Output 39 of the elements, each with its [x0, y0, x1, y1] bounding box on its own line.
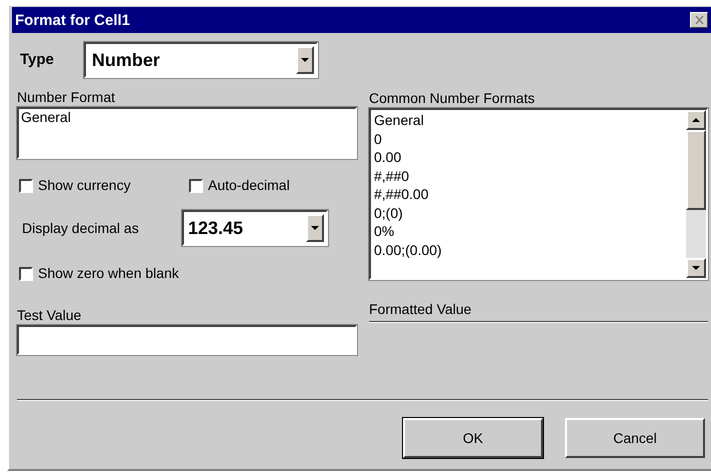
test-value-field[interactable] [17, 325, 357, 355]
type-dropdown[interactable]: Number [84, 42, 318, 78]
checkbox[interactable] [189, 178, 203, 192]
close-icon [694, 16, 704, 24]
scroll-up-button[interactable] [686, 110, 706, 130]
list-item[interactable]: 0;(0) [373, 204, 404, 222]
caret-down-icon [692, 266, 700, 270]
scrollbar[interactable] [686, 110, 706, 278]
list-item[interactable]: #,##0 [373, 166, 410, 185]
checkbox-label: Auto-decimal [208, 176, 290, 195]
list-item[interactable]: 0% [373, 222, 396, 240]
checkbox[interactable] [19, 266, 33, 280]
field-label: Test Value [17, 306, 82, 324]
dropdown-button[interactable] [296, 46, 314, 74]
scroll-down-button[interactable] [686, 258, 706, 278]
caret-down-icon [300, 58, 309, 62]
dialog-button[interactable]: Cancel [565, 418, 705, 458]
list-item[interactable]: 0.00;(0.00) [373, 240, 443, 259]
list-label: Common Number Formats [369, 89, 536, 107]
list-item[interactable]: 0 [373, 130, 383, 148]
field-label: Number Format [17, 88, 116, 106]
checkbox-label: Show currency [38, 176, 131, 195]
type-label: Type [20, 50, 54, 70]
window-title: Format for Cell1 [15, 12, 130, 28]
field-label: Formatted Value [369, 300, 472, 318]
checkbox-label: Show zero when blank [38, 264, 179, 283]
dropdown-button[interactable] [306, 214, 324, 242]
list-item[interactable]: #,##0.00 [373, 185, 430, 204]
caret-down-icon [311, 226, 319, 230]
close-button[interactable] [690, 12, 708, 28]
number-format-field[interactable]: General [17, 107, 357, 159]
checkbox[interactable] [19, 178, 33, 192]
decimal-dropdown[interactable]: 123.45 [182, 210, 328, 246]
list-item[interactable]: 0.00 [373, 148, 402, 166]
list-item[interactable]: General [373, 111, 425, 130]
caret-up-icon [692, 118, 700, 122]
scroll-thumb[interactable] [686, 130, 706, 210]
dialog-button[interactable]: OK [403, 418, 543, 458]
field-label: Display decimal as [22, 218, 140, 238]
